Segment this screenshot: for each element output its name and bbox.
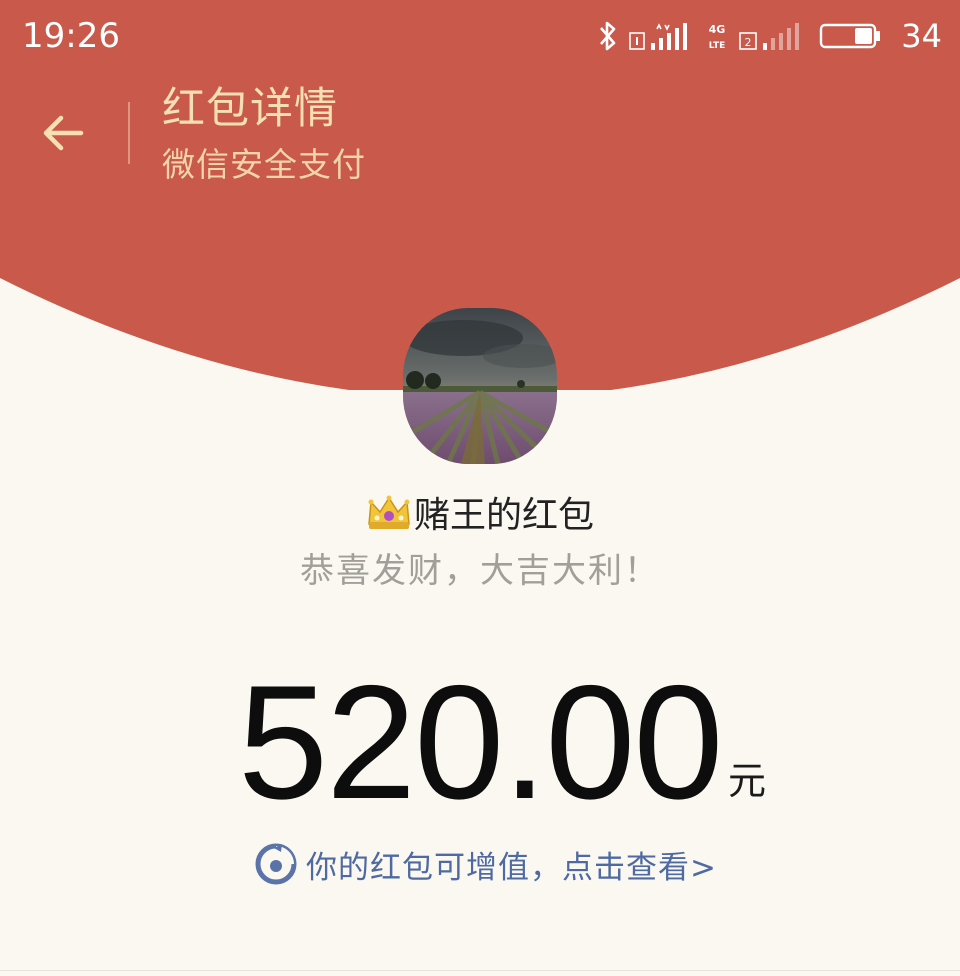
sim2-signal-icon: 2 <box>739 23 800 50</box>
4g-lte-icon: 4G LTE <box>709 23 726 51</box>
svg-text:2: 2 <box>745 36 752 49</box>
greeting-message: 恭喜发财，大吉大利！ <box>300 551 660 591</box>
battery-percent: 34 <box>901 17 942 55</box>
crown-icon <box>368 495 410 529</box>
status-time: 19:26 <box>22 16 120 56</box>
back-arrow-icon <box>43 115 84 151</box>
battery-icon <box>820 23 881 49</box>
bluetooth-icon <box>600 21 616 51</box>
sender-row: 赌王的红包 <box>0 490 960 542</box>
amount-row: 520.00 元 <box>0 658 960 828</box>
svg-text:4G: 4G <box>709 23 726 36</box>
back-button[interactable] <box>28 98 98 168</box>
sim1-signal-icon <box>629 23 688 50</box>
amount-value: 520.00 <box>238 652 723 833</box>
bottom-divider <box>0 970 960 971</box>
upsell-link[interactable]: 你的红包可增值，点击查看> <box>254 838 717 890</box>
status-bar: 19:26 4G LTE 2 34 <box>0 0 960 72</box>
amount-unit: 元 <box>728 759 767 803</box>
sender-name: 赌王的红包 <box>413 495 594 536</box>
licaitong-icon <box>255 843 297 885</box>
nav-divider <box>128 102 130 164</box>
status-icons: 4G LTE 2 34 <box>597 14 942 58</box>
sender-avatar[interactable] <box>403 308 557 464</box>
nav-bar: 红包详情 微信安全支付 <box>0 76 960 196</box>
page-subtitle: 微信安全支付 <box>162 145 366 184</box>
upsell-text: 你的红包可增值，点击查看> <box>306 849 717 886</box>
page-title: 红包详情 <box>162 84 338 134</box>
svg-text:LTE: LTE <box>709 41 726 51</box>
